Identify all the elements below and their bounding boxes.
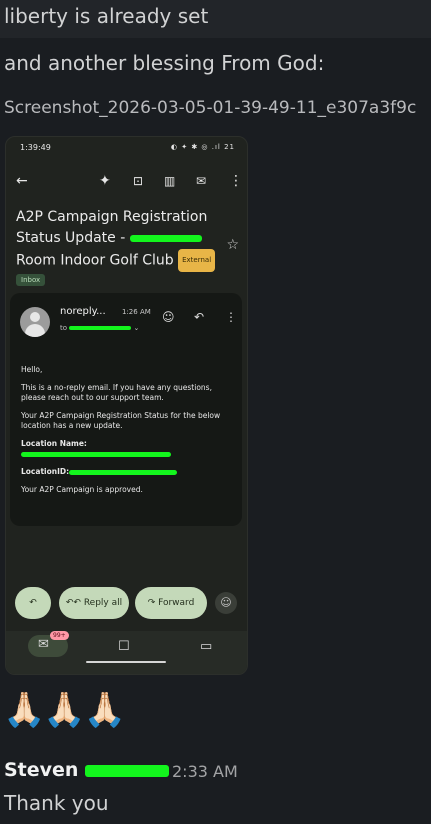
message-text: liberty is already set	[4, 4, 209, 28]
bottom-navigation: ✉ 99+ ☐ ▭	[6, 631, 247, 674]
more-vert-icon[interactable]: ⋮	[225, 310, 237, 324]
redaction-mark	[69, 469, 178, 475]
home-indicator	[86, 661, 166, 663]
reply-all-label: Reply all	[83, 598, 123, 608]
inbox-label[interactable]: Inbox	[16, 274, 46, 286]
subject-text: Room Indoor Golf Club	[16, 252, 174, 269]
location-id-row: LocationID:	[21, 467, 235, 477]
screenshot-attachment[interactable]: 1:39:49 ◐ ✦ ✱ ◎ .ıl 21 ← ✦ ⊡ ▥ ✉ ⋮ A2P C…	[5, 136, 248, 675]
redaction-mark	[129, 234, 202, 242]
external-badge: External	[178, 249, 216, 272]
redaction-mark	[21, 451, 171, 457]
reply-actions: ↶ ↶↶ Reply all ↷ Forward ☺	[6, 587, 247, 623]
email-body: Hello, This is a no-reply email. If you …	[21, 365, 235, 503]
emoji-button[interactable]: ☺	[215, 592, 237, 614]
status-time: 1:39:49	[20, 143, 51, 152]
avatar	[20, 307, 50, 337]
reply-all-icon: ↶↶	[65, 598, 84, 608]
body-paragraph: This is a no-reply email. If you have an…	[21, 383, 212, 402]
redaction-mark	[69, 326, 132, 330]
message-timestamp[interactable]: 2:33 AM	[172, 762, 238, 781]
subject-text: Status Update -	[16, 230, 126, 246]
email-subject: A2P Campaign Registration Status Update …	[16, 207, 224, 272]
author-name[interactable]: Steven	[4, 759, 78, 781]
body-greeting: Hello,	[21, 365, 43, 374]
message-author[interactable]: Steven	[4, 759, 170, 781]
forward-label: Forward	[158, 598, 195, 608]
reply-icon[interactable]: ↶	[194, 310, 204, 324]
sent-time: 1:26 AM	[122, 308, 151, 316]
sender-name[interactable]: noreply...	[60, 306, 106, 317]
mark-unread-icon[interactable]: ✉	[196, 167, 206, 195]
reply-icon: ↶	[29, 598, 37, 608]
video-meet-icon[interactable]: ▭	[200, 639, 212, 654]
status-icons: ◐ ✦ ✱ ◎ .ıl 21	[170, 143, 235, 151]
body-paragraph: Your A2P Campaign Registration Status fo…	[21, 411, 221, 430]
forward-icon: ↷	[147, 598, 159, 608]
reaction-emojis: 🙏🏻🙏🏻🙏🏻	[3, 690, 126, 730]
unread-count-badge: 99+	[50, 631, 69, 640]
reply-all-button[interactable]: ↶↶ Reply all	[59, 587, 129, 619]
location-name-label: Location Name:	[21, 439, 87, 448]
location-id-label: LocationID:	[21, 467, 70, 476]
star-icon[interactable]: ☆	[226, 237, 239, 253]
forward-button[interactable]: ↷ Forward	[135, 587, 207, 619]
sparkle-icon[interactable]: ✦	[99, 167, 111, 195]
message-text: Thank you	[4, 791, 109, 815]
more-vert-icon[interactable]: ⋮	[229, 167, 243, 195]
recipient-line[interactable]: to ⌄	[60, 324, 139, 332]
email-card: noreply... 1:26 AM to ⌄ ☺ ↶ ⋮ Hello, Thi…	[10, 293, 242, 526]
location-name-row: Location Name:	[21, 439, 235, 459]
to-label: to	[60, 324, 68, 332]
attachment-filename[interactable]: Screenshot_2026-03-05-01-39-49-11_e307a3…	[4, 98, 416, 118]
subject-text: A2P Campaign Registration	[16, 209, 208, 225]
message-text: and another blessing From God:	[4, 51, 325, 75]
archive-icon[interactable]: ⊡	[133, 167, 143, 195]
email-toolbar: ← ✦ ⊡ ▥ ✉ ⋮	[6, 167, 247, 197]
reply-button[interactable]: ↶	[15, 587, 51, 619]
body-paragraph: Your A2P Campaign is approved.	[21, 485, 143, 494]
trash-icon[interactable]: ▥	[164, 167, 175, 195]
chat-icon[interactable]: ☐	[118, 639, 130, 654]
back-arrow-icon[interactable]: ←	[16, 167, 28, 195]
emoji-react-icon[interactable]: ☺	[162, 310, 175, 324]
chevron-down-icon: ⌄	[133, 324, 140, 332]
redaction-mark	[85, 764, 170, 777]
mail-icon: ✉	[38, 637, 49, 652]
